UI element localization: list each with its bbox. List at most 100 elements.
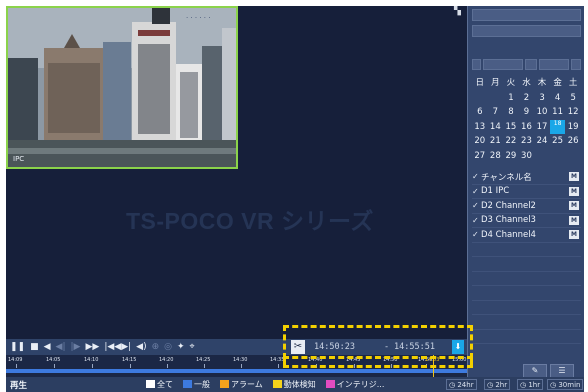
month-field[interactable]: [539, 59, 569, 70]
zoom-30min-button[interactable]: ◷ 30min: [547, 379, 584, 390]
prev-month-button[interactable]: [525, 59, 537, 70]
tick-mark: [204, 364, 205, 368]
zoom-1hr-button[interactable]: ◷ 1hr: [517, 379, 544, 390]
search-type-select[interactable]: [472, 9, 581, 21]
timeline[interactable]: 14:09 14:05 14:10 14:15 14:20 14:25 14:3…: [6, 355, 467, 377]
zoom-label: 1hr: [528, 381, 541, 389]
calendar-day[interactable]: 27: [472, 149, 488, 164]
calendar-day[interactable]: 17: [534, 120, 550, 135]
save-clip-button[interactable]: ⬇: [452, 340, 464, 354]
list-icon: ☰: [558, 366, 566, 375]
channel-item[interactable]: ✓ D2 Channel2 M: [472, 199, 581, 214]
prev-year-button[interactable]: [472, 59, 481, 70]
calendar-day[interactable]: 5: [565, 91, 581, 106]
calendar-day[interactable]: 23: [519, 134, 535, 149]
calendar-day[interactable]: 9: [519, 105, 535, 120]
menu-icon[interactable]: M: [569, 172, 579, 182]
tick-label: 14:15: [122, 357, 137, 363]
calendar-day[interactable]: 2: [519, 91, 535, 106]
calendar-day[interactable]: 10: [534, 105, 550, 120]
device-select[interactable]: [472, 25, 581, 37]
calendar-day[interactable]: 3: [534, 91, 550, 106]
main-stream-icon[interactable]: M: [569, 201, 579, 211]
tag-icon[interactable]: ⌖: [190, 340, 195, 354]
calendar-day[interactable]: 15: [503, 120, 519, 135]
legend-label: 一般: [194, 380, 210, 389]
fullscreen-icon[interactable]: ▚: [454, 7, 463, 16]
snapshot-icon[interactable]: ◎: [164, 340, 172, 354]
record-type-legend: 全て 一般 アラーム 動体検知 インテリジ...: [146, 379, 384, 390]
check-icon[interactable]: ✓: [472, 201, 481, 210]
channel-item[interactable]: ✓ D3 Channel3 M: [472, 214, 581, 228]
tag-search-button[interactable]: ✎: [523, 364, 547, 378]
calendar-day[interactable]: 13: [472, 120, 488, 135]
legend-item-all[interactable]: 全て: [146, 379, 173, 390]
zoom-2hr-button[interactable]: ◷ 2hr: [484, 379, 511, 390]
channel-item[interactable]: ✓ D1 IPC M: [472, 185, 581, 199]
calendar-day[interactable]: 4: [550, 91, 566, 106]
check-icon[interactable]: ✓: [472, 230, 481, 239]
legend-item-motion[interactable]: 動体検知: [272, 379, 316, 390]
calendar-day[interactable]: 28: [488, 149, 504, 164]
tick-mark: [130, 364, 131, 368]
calendar-week-row: 1 2 3 4 5: [472, 91, 581, 106]
main-stream-icon[interactable]: M: [569, 215, 579, 225]
channel-item[interactable]: ✓ D4 Channel4 M: [472, 228, 581, 243]
calendar-day-selected[interactable]: 18: [549, 119, 566, 134]
clip-start-time: 14:50:23: [314, 342, 355, 352]
bottom-bar: 再生 全て 一般 アラーム 動体検知 インテリジ... ◷ 24hr ◷ 2hr…: [6, 377, 584, 392]
camera-name-label: IPC: [13, 155, 25, 163]
channel-header-row[interactable]: ✓ チャンネル名 M: [472, 170, 581, 185]
legend-label: インテリジ...: [336, 380, 385, 389]
calendar-week-row: 6 7 8 9 10 11 12: [472, 105, 581, 120]
legend-swatch: [146, 380, 155, 388]
next-month-button[interactable]: [571, 59, 581, 70]
calendar-day[interactable]: 14: [488, 120, 504, 135]
calendar-day[interactable]: 7: [488, 105, 504, 120]
stop-icon[interactable]: ■: [30, 340, 39, 354]
pause-icon[interactable]: ❚❚: [10, 340, 25, 354]
calendar-day[interactable]: 8: [503, 105, 519, 120]
legend-item-intelligent[interactable]: インテリジ...: [325, 379, 385, 390]
calendar-day[interactable]: 12: [565, 105, 581, 120]
main-stream-icon[interactable]: M: [569, 230, 579, 240]
calendar-day[interactable]: 26: [565, 134, 581, 149]
step-forward-icon[interactable]: |▶: [71, 340, 81, 354]
calendar-day[interactable]: 20: [472, 134, 488, 149]
calendar-day[interactable]: 11: [550, 105, 566, 120]
weekday-label: 金: [553, 78, 562, 88]
zoom-icon[interactable]: ⊕: [152, 340, 160, 354]
calendar-day[interactable]: 22: [503, 134, 519, 149]
check-icon[interactable]: ✓: [472, 187, 481, 196]
legend-item-normal[interactable]: 一般: [183, 379, 210, 390]
calendar-week-row: 27 28 29 30: [472, 149, 581, 164]
calendar-day[interactable]: 24: [534, 134, 550, 149]
tick-mark: [278, 364, 279, 368]
clip-separator: -: [384, 342, 390, 352]
calendar-day[interactable]: 16: [519, 120, 535, 135]
calendar-day[interactable]: 1: [503, 91, 519, 106]
volume-icon[interactable]: ◀): [136, 340, 146, 354]
skip-icon[interactable]: |◀◀▶|: [104, 340, 131, 354]
reverse-play-icon[interactable]: ◀: [44, 340, 51, 354]
pin-icon[interactable]: ✦: [177, 340, 185, 354]
tick-label: 14:35: [270, 357, 285, 363]
step-back-icon[interactable]: ◀|: [56, 340, 66, 354]
fast-forward-icon[interactable]: ▶▶: [85, 340, 99, 354]
calendar-day[interactable]: 6: [472, 105, 488, 120]
year-field[interactable]: [483, 59, 523, 70]
calendar-day[interactable]: 29: [503, 149, 519, 164]
calendar-day[interactable]: 19: [565, 120, 581, 135]
check-icon[interactable]: ✓: [472, 216, 481, 225]
zoom-24hr-button[interactable]: ◷ 24hr: [446, 379, 477, 390]
main-stream-icon[interactable]: M: [569, 186, 579, 196]
calendar-day[interactable]: 21: [488, 134, 504, 149]
legend-item-alarm[interactable]: アラーム: [220, 379, 263, 390]
clip-button[interactable]: ✂: [291, 340, 305, 354]
check-icon[interactable]: ✓: [472, 172, 481, 181]
calendar-day[interactable]: 25: [550, 134, 566, 149]
camera-view[interactable]: IPC: [6, 6, 238, 169]
list-view-button[interactable]: ☰: [550, 364, 574, 378]
calendar-day[interactable]: 30: [519, 149, 535, 164]
scissors-icon: ✂: [293, 341, 303, 352]
